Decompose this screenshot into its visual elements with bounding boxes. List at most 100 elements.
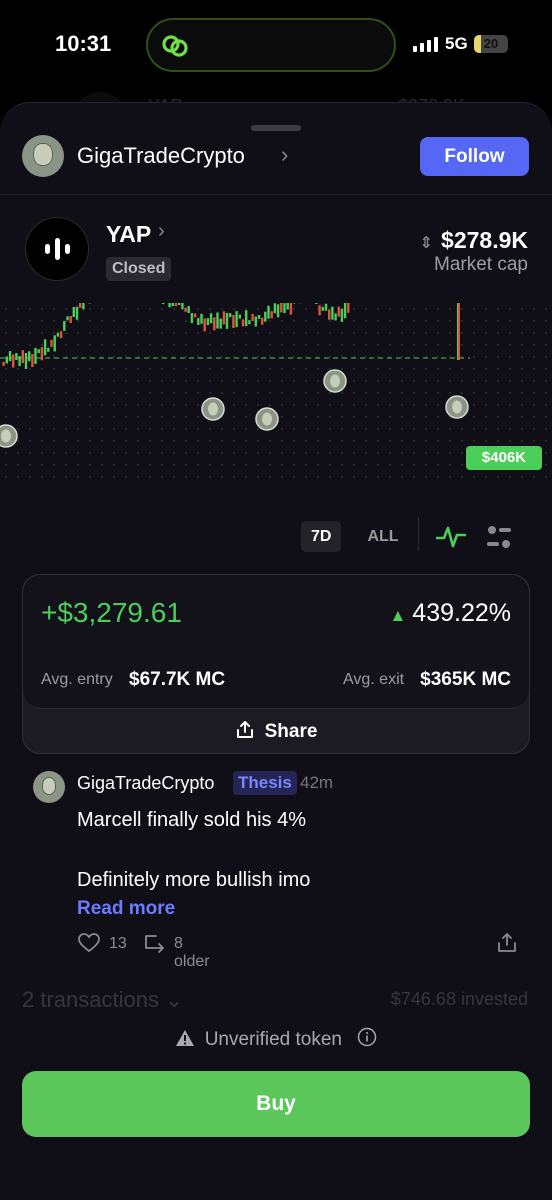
avg-entry-label: Avg. entry — [41, 671, 113, 688]
chart-candle — [264, 311, 267, 322]
status-time: 10:31 — [55, 31, 112, 56]
chart-candle — [292, 303, 296, 304]
older-count[interactable]: 8 older — [174, 935, 210, 971]
chart-candle — [28, 351, 31, 362]
chart-candle — [2, 361, 5, 366]
chart-candle — [193, 313, 197, 318]
like-count: 13 — [109, 935, 127, 952]
chart-candle — [187, 306, 190, 313]
chart-candle — [88, 303, 91, 304]
chart-candle — [162, 303, 165, 305]
share-button[interactable]: Share — [23, 709, 529, 755]
chart-candle — [219, 318, 222, 329]
chart-candle — [8, 351, 12, 362]
period-7d[interactable]: 7D — [301, 521, 342, 552]
chart-candle — [222, 311, 226, 325]
post-timestamp: 42m — [300, 773, 334, 792]
link-icon — [162, 35, 188, 57]
chart-candle — [232, 315, 235, 328]
chart-candle — [267, 305, 270, 319]
chart-candle — [197, 318, 200, 325]
chart-candle — [283, 303, 286, 314]
chart-candle — [248, 320, 251, 325]
chart-candle — [12, 354, 15, 368]
chart-candle — [206, 318, 210, 326]
pnl-gain: +$3,279.61 — [41, 597, 182, 628]
avatar[interactable] — [33, 771, 65, 803]
chart-candle — [286, 303, 289, 310]
dynamic-island[interactable] — [146, 18, 396, 72]
chart-candle — [34, 347, 37, 364]
chart-candle — [66, 316, 69, 321]
period-all[interactable]: ALL — [357, 521, 408, 552]
share-icon — [236, 721, 253, 738]
avatar[interactable] — [22, 135, 64, 177]
line-chart-icon[interactable] — [436, 524, 466, 550]
chart-candle — [69, 316, 72, 323]
chart-candle — [209, 313, 213, 324]
sheet-header: GigaTradeCrypto › Follow — [0, 133, 552, 195]
chart-candle — [328, 309, 331, 320]
chart-candle — [24, 353, 28, 369]
chart-candle — [315, 303, 318, 304]
transactions-header[interactable]: 2 transactions ⌄ — [22, 987, 184, 1013]
read-more-link[interactable]: Read more — [77, 898, 175, 920]
post-author[interactable]: GigaTradeCrypto — [77, 773, 214, 794]
username[interactable]: GigaTradeCrypto — [77, 143, 245, 169]
pnl-summary: +$3,279.61 ▲ 439.22% Avg. entry $67.7K MC… — [23, 575, 529, 709]
chart-candle — [50, 339, 53, 347]
share-icon[interactable] — [495, 931, 519, 955]
battery-icon: 20 — [474, 35, 508, 53]
chart-candle — [47, 347, 50, 352]
token-name[interactable]: YAP — [106, 221, 151, 248]
chart-candle — [276, 304, 280, 318]
chevron-right-icon[interactable]: › — [281, 142, 288, 168]
pnl-percent: ▲ 439.22% — [389, 599, 511, 628]
trade-sheet: GigaTradeCrypto › Follow YAP › Closed ⇕ $… — [0, 102, 552, 1200]
chart-candle — [184, 307, 187, 312]
heart-icon[interactable] — [77, 931, 101, 955]
share-label: Share — [264, 721, 318, 742]
chart-candle — [337, 306, 340, 317]
chart-candle — [257, 315, 261, 319]
battery-level: 20 — [483, 36, 499, 51]
chart-candle — [181, 303, 184, 310]
chart-candle — [31, 354, 34, 367]
follow-button[interactable]: Follow — [420, 137, 529, 176]
up-triangle-icon: ▲ — [389, 606, 407, 625]
chart-candle — [178, 303, 181, 305]
chart-candle — [213, 317, 216, 331]
settings-sliders-icon[interactable] — [485, 523, 513, 551]
transactions-count: 2 transactions — [22, 987, 159, 1012]
market-cap-amount: $278.9K — [441, 227, 528, 253]
trader-avatar-marker — [0, 424, 18, 448]
chart-candle — [53, 335, 56, 352]
chart-candle — [63, 320, 66, 331]
buy-button[interactable]: Buy — [22, 1071, 530, 1137]
thesis-badge: Thesis — [233, 771, 297, 795]
avg-exit-label: Avg. exit — [343, 671, 405, 688]
chart-candle — [5, 356, 8, 364]
chart-candle — [280, 303, 283, 313]
chart-candle — [245, 310, 248, 327]
chart-candle — [200, 313, 203, 324]
chart-candle — [21, 350, 24, 364]
chart-candle — [190, 313, 194, 324]
chart-candle — [238, 314, 241, 319]
network-type: 5G — [445, 34, 468, 53]
info-icon[interactable] — [357, 1027, 377, 1047]
chart-candle — [229, 313, 232, 318]
chart-candle — [270, 311, 273, 319]
status-bar: 10:31 5G 20 — [0, 0, 552, 92]
chart-candle — [171, 303, 174, 307]
chart-candle — [273, 303, 277, 314]
thread-icon[interactable] — [143, 931, 167, 955]
chart-candle — [251, 314, 254, 321]
token-logo[interactable] — [25, 217, 89, 281]
chart-candle — [261, 317, 264, 325]
sheet-grabber[interactable] — [251, 125, 301, 131]
chart-candle — [203, 318, 206, 332]
chevron-right-icon[interactable]: › — [158, 220, 165, 243]
chart-candle — [254, 316, 257, 327]
market-cap-value[interactable]: ⇕ $278.9K — [420, 227, 528, 254]
